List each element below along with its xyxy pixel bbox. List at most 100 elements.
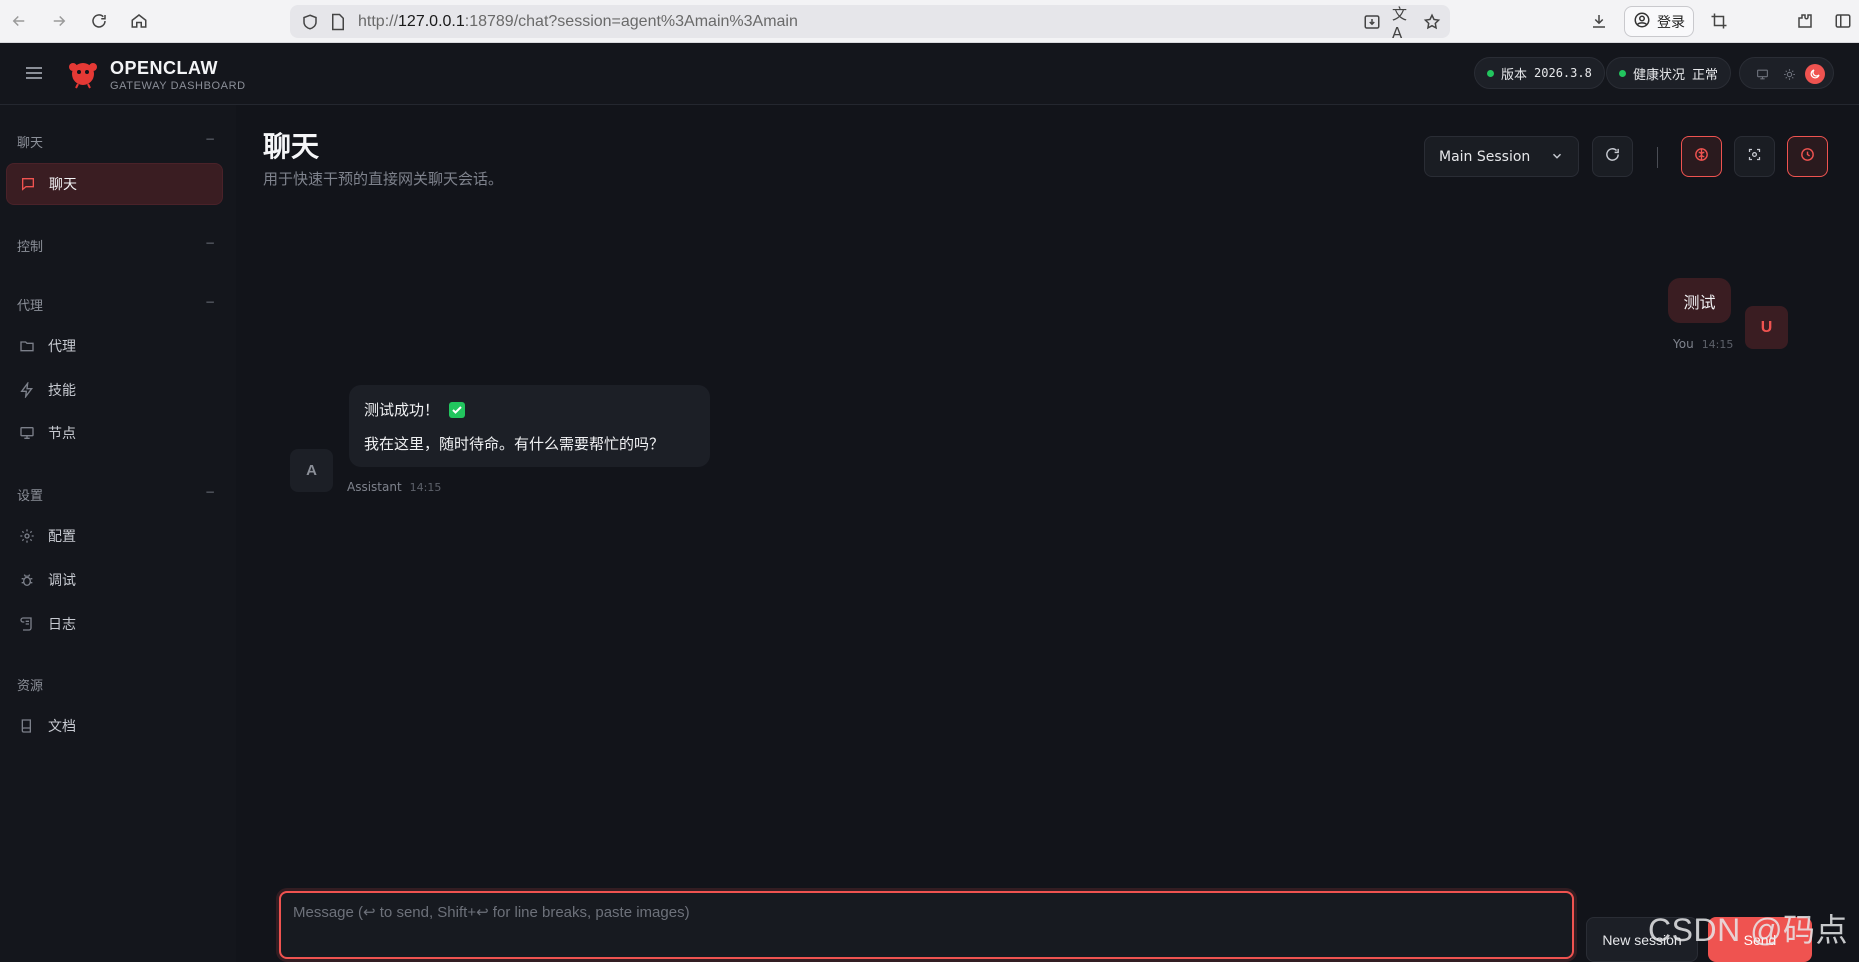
star-icon[interactable]: [1422, 12, 1442, 32]
folder-icon: [18, 337, 36, 355]
section-agent-label: 代理: [17, 299, 44, 314]
user-avatar: U: [1745, 306, 1788, 349]
sun-icon[interactable]: [1779, 64, 1799, 84]
message-input[interactable]: [293, 903, 1553, 947]
save-page-icon[interactable]: [1362, 12, 1382, 32]
toolbar-divider: [1657, 147, 1658, 168]
assistant-message-text: 测试成功！: [364, 401, 440, 419]
sidebar-item-agents[interactable]: 代理: [6, 325, 223, 367]
sidebar-item-nodes[interactable]: 节点: [6, 412, 223, 454]
menu-icon[interactable]: [24, 63, 44, 83]
refresh-button[interactable]: [1592, 136, 1633, 177]
brand-name: OPENCLAW: [110, 58, 219, 78]
status-dot: [1619, 69, 1626, 77]
collapse-icon[interactable]: −: [205, 295, 215, 309]
assistant-avatar: A: [290, 449, 333, 492]
sidebar: 聊天 − 聊天 控制 − 代理 − 代理 技能 节点 设置 − 配置 调试 日志…: [0, 105, 236, 962]
translate-icon[interactable]: 文A: [1392, 5, 1412, 42]
focus-icon: [1747, 147, 1762, 166]
brand-subtitle: GATEWAY DASHBOARD: [110, 80, 246, 92]
forward-arrow-icon[interactable]: [48, 10, 70, 32]
sidebar-item-config[interactable]: 配置: [6, 515, 223, 557]
url-prefix: http://: [358, 13, 399, 30]
send-button[interactable]: Send: [1708, 917, 1812, 962]
section-control-label: 控制: [17, 240, 44, 255]
assistant-message-meta: Assistant 14:15: [347, 480, 441, 494]
browser-toolbar: http://127.0.0.1:18789/chat?session=agen…: [0, 0, 1859, 43]
status-dot: [1487, 69, 1494, 77]
url-text[interactable]: http://127.0.0.1:18789/chat?session=agen…: [358, 13, 798, 31]
section-settings-label: 设置: [17, 489, 44, 504]
sidebar-item-skills[interactable]: 技能: [6, 369, 223, 411]
sidebar-item-logs[interactable]: 日志: [6, 603, 223, 645]
book-icon: [18, 717, 36, 735]
session-select[interactable]: Main Session: [1424, 136, 1579, 177]
version-label: 版本: [1501, 67, 1528, 83]
chat-icon: [19, 175, 37, 193]
brain-icon: [1693, 146, 1710, 167]
user-message-meta: You 14:15: [1673, 337, 1733, 351]
sidebar-item-label: 调试: [48, 573, 76, 589]
account-icon: [1633, 11, 1651, 33]
sidebar-item-label: 节点: [48, 426, 76, 442]
url-bar[interactable]: http://127.0.0.1:18789/chat?session=agen…: [290, 5, 1450, 42]
sidebar-item-label: 文档: [48, 719, 76, 735]
theme-switcher: [1739, 57, 1834, 89]
sidebar-item-label: 技能: [48, 383, 76, 399]
crop-icon[interactable]: [1708, 10, 1730, 32]
check-mark-icon: [449, 401, 466, 418]
collapse-icon[interactable]: −: [205, 236, 215, 250]
login-button[interactable]: 登录: [1624, 6, 1694, 37]
download-icon[interactable]: [1588, 10, 1610, 32]
session-select-value: Main Session: [1439, 148, 1531, 165]
monitor-icon[interactable]: [1752, 64, 1772, 84]
moon-icon[interactable]: [1805, 64, 1825, 84]
assistant-message-line: 测试成功！: [364, 399, 695, 420]
page-title: 聊天: [263, 130, 320, 163]
sidebar-item-debug[interactable]: 调试: [6, 559, 223, 601]
message-author: You: [1673, 337, 1694, 351]
gear-icon: [18, 527, 36, 545]
scroll-icon: [18, 615, 36, 633]
sidebar-item-label: 代理: [48, 339, 76, 355]
sidebar-item-label: 日志: [48, 617, 76, 633]
sidebar-toggle-icon[interactable]: [1832, 10, 1854, 32]
chevron-down-icon: [1550, 149, 1564, 163]
message-author: Assistant: [347, 480, 402, 494]
health-value: 正常: [1692, 67, 1719, 83]
page-subtitle: 用于快速干预的直接网关聊天会话。: [263, 170, 504, 188]
login-label: 登录: [1657, 14, 1685, 31]
url-host: 127.0.0.1: [398, 13, 465, 30]
app-header: OPENCLAW GATEWAY DASHBOARD 版本 2026.3.8 健…: [0, 43, 1859, 105]
assistant-message-text: 我在这里，随时待命。有什么需要帮忙的吗？: [364, 435, 665, 453]
assistant-message-bubble: 测试成功！ 我在这里，随时待命。有什么需要帮忙的吗？: [349, 385, 710, 467]
reload-icon[interactable]: [88, 10, 110, 32]
sidebar-item-label: 聊天: [49, 177, 77, 193]
collapse-icon[interactable]: −: [205, 485, 215, 499]
refresh-icon: [1604, 146, 1621, 167]
section-chat-label: 聊天: [17, 136, 44, 151]
bolt-icon: [18, 381, 36, 399]
bug-icon: [18, 571, 36, 589]
message-composer: [279, 891, 1574, 959]
sidebar-item-docs[interactable]: 文档: [6, 705, 223, 747]
clock-icon: [1799, 146, 1816, 167]
focus-mode-button[interactable]: [1734, 136, 1775, 177]
history-button[interactable]: [1787, 136, 1828, 177]
message-time: 14:15: [409, 481, 442, 494]
thinking-toggle-button[interactable]: [1681, 136, 1722, 177]
version-value: 2026.3.8: [1534, 66, 1592, 80]
new-session-button[interactable]: New session: [1586, 917, 1698, 962]
message-time: 14:15: [1701, 338, 1734, 351]
health-label: 健康状况: [1633, 67, 1686, 83]
page-icon[interactable]: [328, 12, 348, 32]
home-icon[interactable]: [128, 10, 150, 32]
sidebar-item-label: 配置: [48, 529, 76, 545]
extensions-icon[interactable]: [1794, 10, 1816, 32]
sidebar-item-chat[interactable]: 聊天: [6, 163, 223, 205]
collapse-icon[interactable]: −: [205, 132, 215, 146]
user-message-bubble: 测试: [1668, 278, 1731, 323]
shield-icon[interactable]: [300, 12, 320, 32]
back-arrow-icon[interactable]: [8, 10, 30, 32]
openclaw-logo-icon: [67, 57, 99, 89]
